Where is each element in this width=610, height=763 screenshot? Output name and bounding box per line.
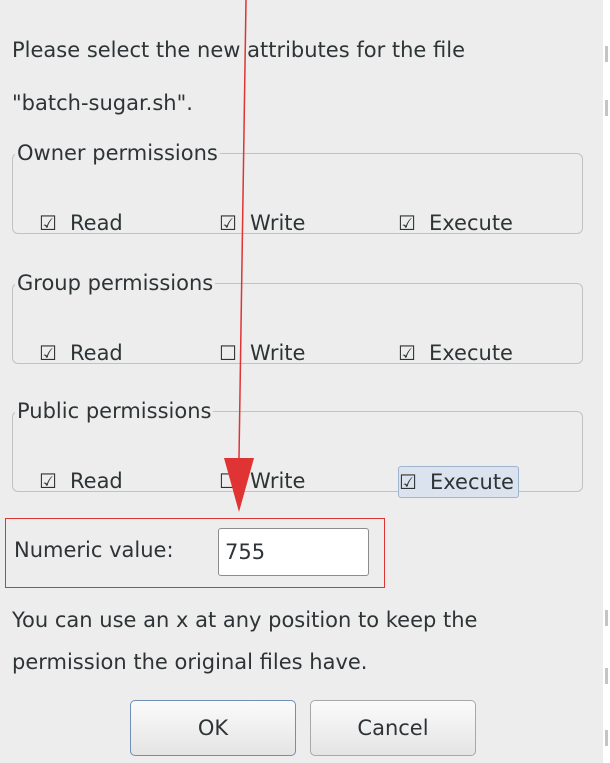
arrow-annotation-icon	[224, 0, 254, 512]
arrow-head	[224, 458, 254, 512]
arrow-shaft	[238, 0, 247, 459]
